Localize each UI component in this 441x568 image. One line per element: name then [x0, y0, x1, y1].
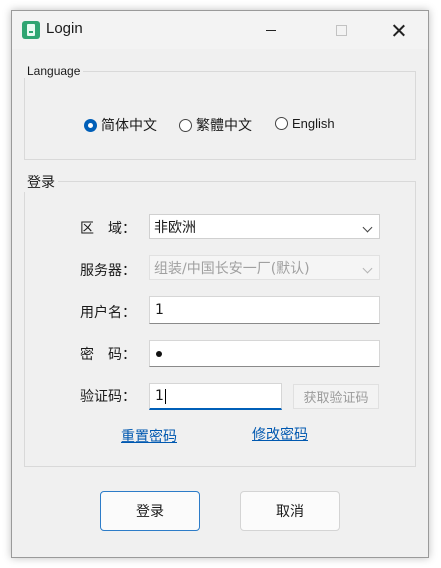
cancel-button[interactable]: 取消	[240, 491, 340, 531]
username-input[interactable]: 1	[149, 296, 380, 324]
server-value: 组装/中国长安一厂(默认)	[154, 260, 310, 277]
get-captcha-button[interactable]: 获取验证码	[293, 384, 379, 409]
minimize-icon	[266, 29, 276, 31]
server-select[interactable]: 组装/中国长安一厂(默认)	[149, 255, 380, 280]
maximize-icon	[335, 24, 347, 36]
radio-simplified-chinese[interactable]: 简体中文	[84, 115, 157, 135]
radio-english[interactable]: English	[275, 116, 335, 131]
username-value: 1	[155, 302, 164, 318]
radio-label: 简体中文	[101, 118, 157, 134]
radio-checked-icon	[84, 118, 97, 132]
password-input[interactable]	[149, 340, 380, 367]
window-title: Login	[46, 20, 83, 37]
radio-label: 繁體中文	[196, 118, 252, 134]
region-value: 非欧洲	[154, 219, 196, 236]
chevron-down-icon	[362, 222, 373, 233]
app-icon	[22, 21, 40, 39]
username-label: 用户名：	[80, 305, 136, 321]
captcha-label: 验证码：	[80, 389, 136, 405]
region-label: 区 域：	[80, 221, 136, 237]
radio-label: English	[292, 116, 335, 131]
title-bar[interactable]: Login	[12, 11, 428, 49]
login-group-label: 登录	[24, 172, 58, 192]
login-group: 登录 区 域： 非欧洲 服务器： 组装/中国长安一厂(默认) 用户名： 1 密 …	[24, 172, 416, 467]
captcha-value: 1	[155, 388, 164, 404]
reset-password-link[interactable]: 重置密码	[121, 426, 177, 446]
close-button[interactable]	[376, 11, 422, 49]
password-mask	[156, 350, 162, 357]
region-select[interactable]: 非欧洲	[149, 214, 380, 239]
radio-traditional-chinese[interactable]: 繁體中文	[179, 115, 252, 135]
maximize-button[interactable]	[318, 11, 364, 49]
password-label: 密 码：	[80, 347, 136, 363]
text-cursor	[164, 388, 166, 404]
language-group-label: Language	[24, 64, 84, 78]
chevron-down-icon	[362, 263, 373, 274]
login-button[interactable]: 登录	[100, 491, 200, 531]
close-icon	[393, 24, 405, 36]
radio-unchecked-icon	[179, 118, 192, 132]
language-group: Language 简体中文 繁體中文 English	[24, 64, 416, 160]
captcha-input[interactable]: 1	[149, 383, 282, 410]
server-label: 服务器：	[80, 263, 136, 279]
radio-unchecked-icon	[275, 117, 288, 130]
minimize-button[interactable]	[248, 11, 294, 49]
login-window: Login Language 简体中文 繁體中文 English 登录 区 域：…	[11, 10, 429, 558]
change-password-link[interactable]: 修改密码	[252, 424, 308, 444]
